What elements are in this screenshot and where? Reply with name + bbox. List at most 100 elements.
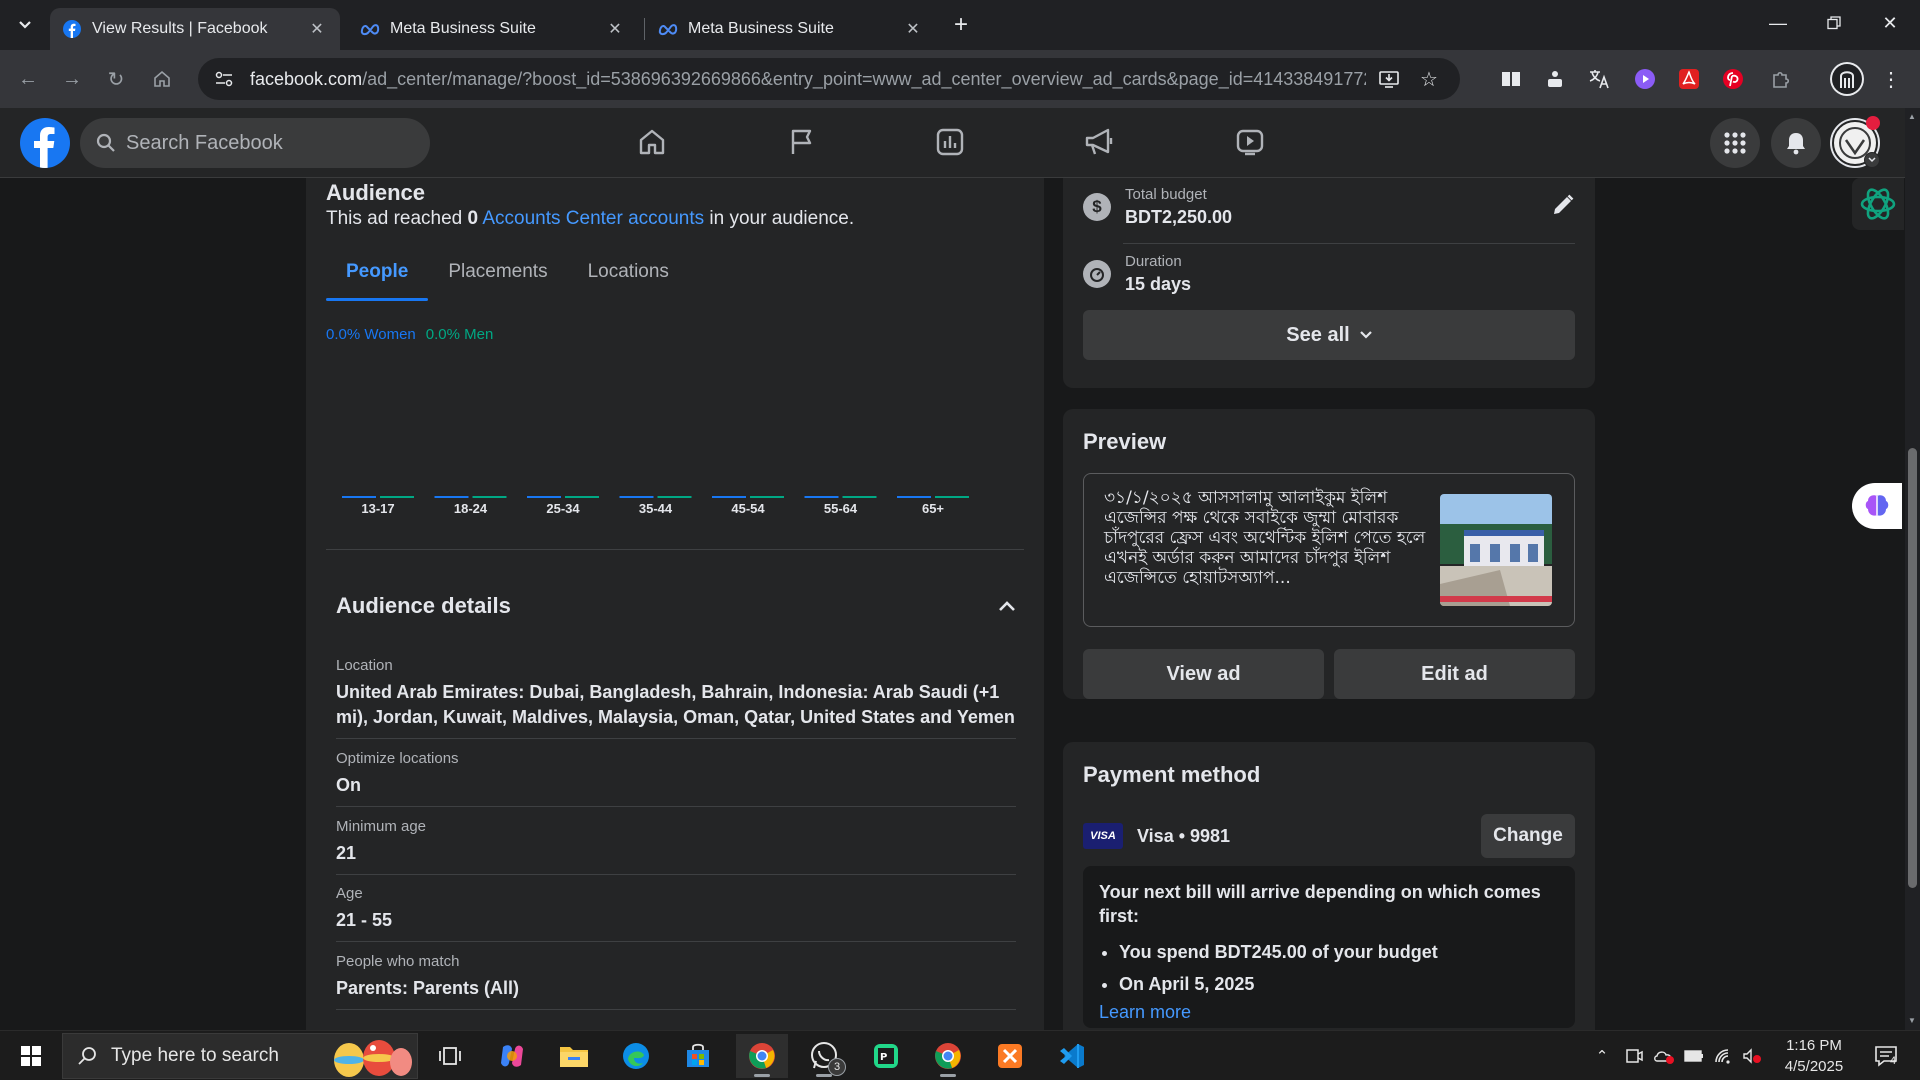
- bar-men-18-24[interactable]: [472, 496, 507, 498]
- nav-video[interactable]: [1200, 114, 1300, 170]
- edit-ad-button[interactable]: Edit ad: [1334, 649, 1575, 699]
- bar-women-25-34[interactable]: [527, 496, 561, 498]
- bar-women-65+[interactable]: [897, 496, 931, 498]
- tray-battery[interactable]: [1680, 1043, 1708, 1069]
- taskbar-task-view[interactable]: [424, 1034, 476, 1078]
- notification-center-button[interactable]: 4: [1866, 1041, 1906, 1071]
- tray-show-hidden[interactable]: ⌃: [1588, 1043, 1616, 1069]
- bar-women-18-24[interactable]: [434, 496, 469, 498]
- tray-onedrive[interactable]: [1650, 1043, 1678, 1069]
- taskbar-vscode[interactable]: [1046, 1034, 1098, 1078]
- see-all-button[interactable]: See all: [1083, 310, 1575, 360]
- bar-women-35-44[interactable]: [619, 496, 654, 498]
- reading-list-button[interactable]: [1496, 64, 1526, 94]
- taskbar-search[interactable]: [62, 1033, 418, 1079]
- brain-extension-button[interactable]: [1852, 483, 1902, 529]
- tab-search-button[interactable]: [10, 12, 40, 38]
- ad-preview[interactable]: ৩১/১/২০২৫ আসসালামু আলাইকুম ইলিশ এজেন্সির…: [1083, 473, 1575, 627]
- bar-women-55-64[interactable]: [804, 496, 839, 498]
- browser-tab-1[interactable]: View Results | Facebook ✕: [50, 8, 340, 50]
- taskbar-clock[interactable]: 1:16 PM 4/5/2025: [1766, 1035, 1862, 1077]
- bar-men-65+[interactable]: [935, 496, 969, 498]
- bar-women-45-54[interactable]: [712, 496, 746, 498]
- home-button[interactable]: [144, 61, 180, 97]
- nav-dashboard[interactable]: [900, 114, 1000, 170]
- change-payment-button[interactable]: Change: [1481, 814, 1575, 858]
- minimize-button[interactable]: —: [1750, 0, 1806, 46]
- notifications-button[interactable]: [1771, 118, 1821, 168]
- back-button[interactable]: ←: [10, 61, 46, 97]
- taskbar-store[interactable]: [672, 1034, 724, 1078]
- browser-tab-2[interactable]: Meta Business Suite ✕: [348, 8, 638, 50]
- tab-people[interactable]: People: [326, 246, 429, 301]
- bar-men-35-44[interactable]: [657, 496, 692, 498]
- page-scrollbar[interactable]: ▲ ▼: [1905, 108, 1920, 1030]
- site-info-icon[interactable]: [212, 67, 236, 91]
- detail-label: People who match: [336, 953, 460, 970]
- taskbar-pycharm[interactable]: P: [860, 1034, 912, 1078]
- taskbar-whatsapp[interactable]: 3: [798, 1034, 850, 1078]
- bar-women-13-17[interactable]: [342, 496, 376, 498]
- chevron-up-icon[interactable]: [998, 600, 1016, 612]
- taskbar-xampp[interactable]: [984, 1034, 1036, 1078]
- close-tab-icon[interactable]: ✕: [902, 18, 924, 40]
- view-ad-button[interactable]: View ad: [1083, 649, 1324, 699]
- facebook-search-input[interactable]: [126, 131, 406, 155]
- tray-volume[interactable]: [1740, 1043, 1764, 1069]
- bar-men-55-64[interactable]: [842, 496, 877, 498]
- tab-locations[interactable]: Locations: [568, 246, 689, 298]
- extension-pinterest[interactable]: [1718, 64, 1748, 94]
- close-tab-icon[interactable]: ✕: [604, 18, 626, 40]
- audience-details-header[interactable]: Audience details: [336, 593, 1016, 619]
- edit-budget-button[interactable]: [1551, 193, 1575, 222]
- tab-placements[interactable]: Placements: [428, 246, 567, 298]
- extensions-button[interactable]: [1766, 64, 1796, 94]
- detail-label: Age: [336, 885, 363, 902]
- extension-acrobat[interactable]: [1674, 64, 1704, 94]
- learn-more-link[interactable]: Learn more: [1099, 1002, 1559, 1023]
- tray-wifi[interactable]: [1710, 1043, 1738, 1069]
- extension-translate-icon: [1589, 70, 1609, 89]
- close-tab-icon[interactable]: ✕: [306, 18, 328, 40]
- restore-button[interactable]: [1806, 0, 1862, 46]
- start-button[interactable]: [8, 1035, 54, 1077]
- taskbar-edge[interactable]: [610, 1034, 662, 1078]
- account-avatar[interactable]: [1830, 116, 1880, 168]
- extension-1[interactable]: [1540, 64, 1570, 94]
- taskbar-file-explorer[interactable]: [548, 1034, 600, 1078]
- taskbar-chrome-2[interactable]: [922, 1034, 974, 1078]
- extension-2[interactable]: [1584, 64, 1614, 94]
- close-window-button[interactable]: ✕: [1862, 0, 1918, 46]
- nav-home[interactable]: [602, 114, 702, 170]
- taskbar-search-input[interactable]: [111, 1045, 311, 1067]
- taskbar-copilot[interactable]: [486, 1034, 538, 1078]
- address-bar[interactable]: facebook.com/ad_center/manage/?boost_id=…: [198, 58, 1460, 100]
- facebook-logo[interactable]: [20, 118, 70, 168]
- menu-button[interactable]: [1710, 118, 1760, 168]
- bar-men-25-34[interactable]: [565, 496, 599, 498]
- meta-icon: [360, 19, 380, 39]
- profile-button[interactable]: [1830, 62, 1864, 96]
- bar-men-13-17[interactable]: [380, 496, 414, 498]
- taskbar-chrome-1[interactable]: [736, 1034, 788, 1078]
- browser-tab-3[interactable]: Meta Business Suite ✕: [646, 8, 936, 50]
- browser-menu-button[interactable]: ⋮: [1876, 64, 1906, 94]
- new-tab-button[interactable]: +: [946, 11, 976, 38]
- close-icon: ✕: [1882, 12, 1898, 33]
- store-icon: [687, 1043, 709, 1067]
- nav-ads[interactable]: [1050, 114, 1150, 170]
- facebook-search[interactable]: [80, 118, 430, 168]
- nav-pages[interactable]: [752, 114, 852, 170]
- accounts-center-link[interactable]: Accounts Center accounts: [482, 208, 704, 229]
- reload-button[interactable]: ↻: [98, 61, 134, 97]
- scroll-up-arrow[interactable]: ▲: [1908, 112, 1916, 121]
- scroll-down-arrow[interactable]: ▼: [1908, 1016, 1916, 1025]
- bookmark-button[interactable]: ☆: [1412, 62, 1446, 96]
- chatgpt-extension-button[interactable]: [1852, 178, 1904, 230]
- forward-button[interactable]: →: [54, 61, 90, 97]
- bar-men-45-54[interactable]: [750, 496, 784, 498]
- install-app-button[interactable]: [1372, 62, 1406, 96]
- scrollbar-thumb[interactable]: [1908, 448, 1917, 888]
- extension-3[interactable]: [1630, 64, 1660, 94]
- tray-meet[interactable]: [1620, 1043, 1648, 1069]
